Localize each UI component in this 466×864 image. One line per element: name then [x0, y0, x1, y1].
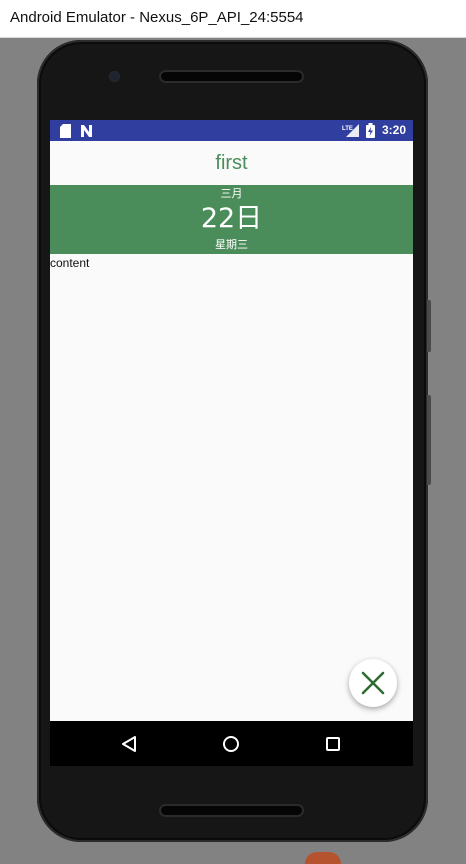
close-fab-button[interactable]	[349, 659, 397, 707]
svg-text:LTE: LTE	[342, 126, 353, 132]
lte-signal-icon: LTE	[342, 123, 360, 142]
recents-icon	[326, 737, 340, 751]
window-title: Android Emulator - Nexus_6P_API_24:5554	[10, 9, 304, 26]
close-icon	[361, 671, 385, 695]
home-icon	[223, 736, 239, 752]
front-camera	[110, 72, 119, 81]
status-bar: LTE 3:20	[50, 120, 413, 141]
back-button[interactable]	[116, 731, 142, 757]
sd-card-icon	[60, 123, 71, 142]
bottom-speaker	[161, 806, 302, 815]
content-text: content	[50, 256, 90, 270]
recents-button[interactable]	[320, 731, 346, 757]
date-banner: 三月 22日 星期三	[50, 185, 413, 254]
emulator-title-bar: Android Emulator - Nexus_6P_API_24:5554	[0, 0, 466, 38]
month-label: 三月	[220, 187, 243, 200]
battery-charging-icon	[366, 123, 375, 142]
weekday-label: 星期三	[215, 238, 248, 251]
day-label: 22日	[200, 203, 263, 234]
device-screen: LTE 3:20 first 三月 22日 星期三 content	[50, 120, 413, 766]
volume-rocker[interactable]	[427, 395, 431, 485]
clock: 3:20	[381, 123, 406, 137]
navigation-bar	[50, 721, 413, 766]
back-icon	[122, 736, 136, 752]
top-speaker	[161, 72, 302, 81]
home-button[interactable]	[218, 731, 244, 757]
n-notification-icon	[80, 123, 93, 142]
page-title: first	[215, 152, 248, 174]
power-button[interactable]	[427, 300, 431, 352]
partial-taskbar-icon	[305, 852, 341, 864]
